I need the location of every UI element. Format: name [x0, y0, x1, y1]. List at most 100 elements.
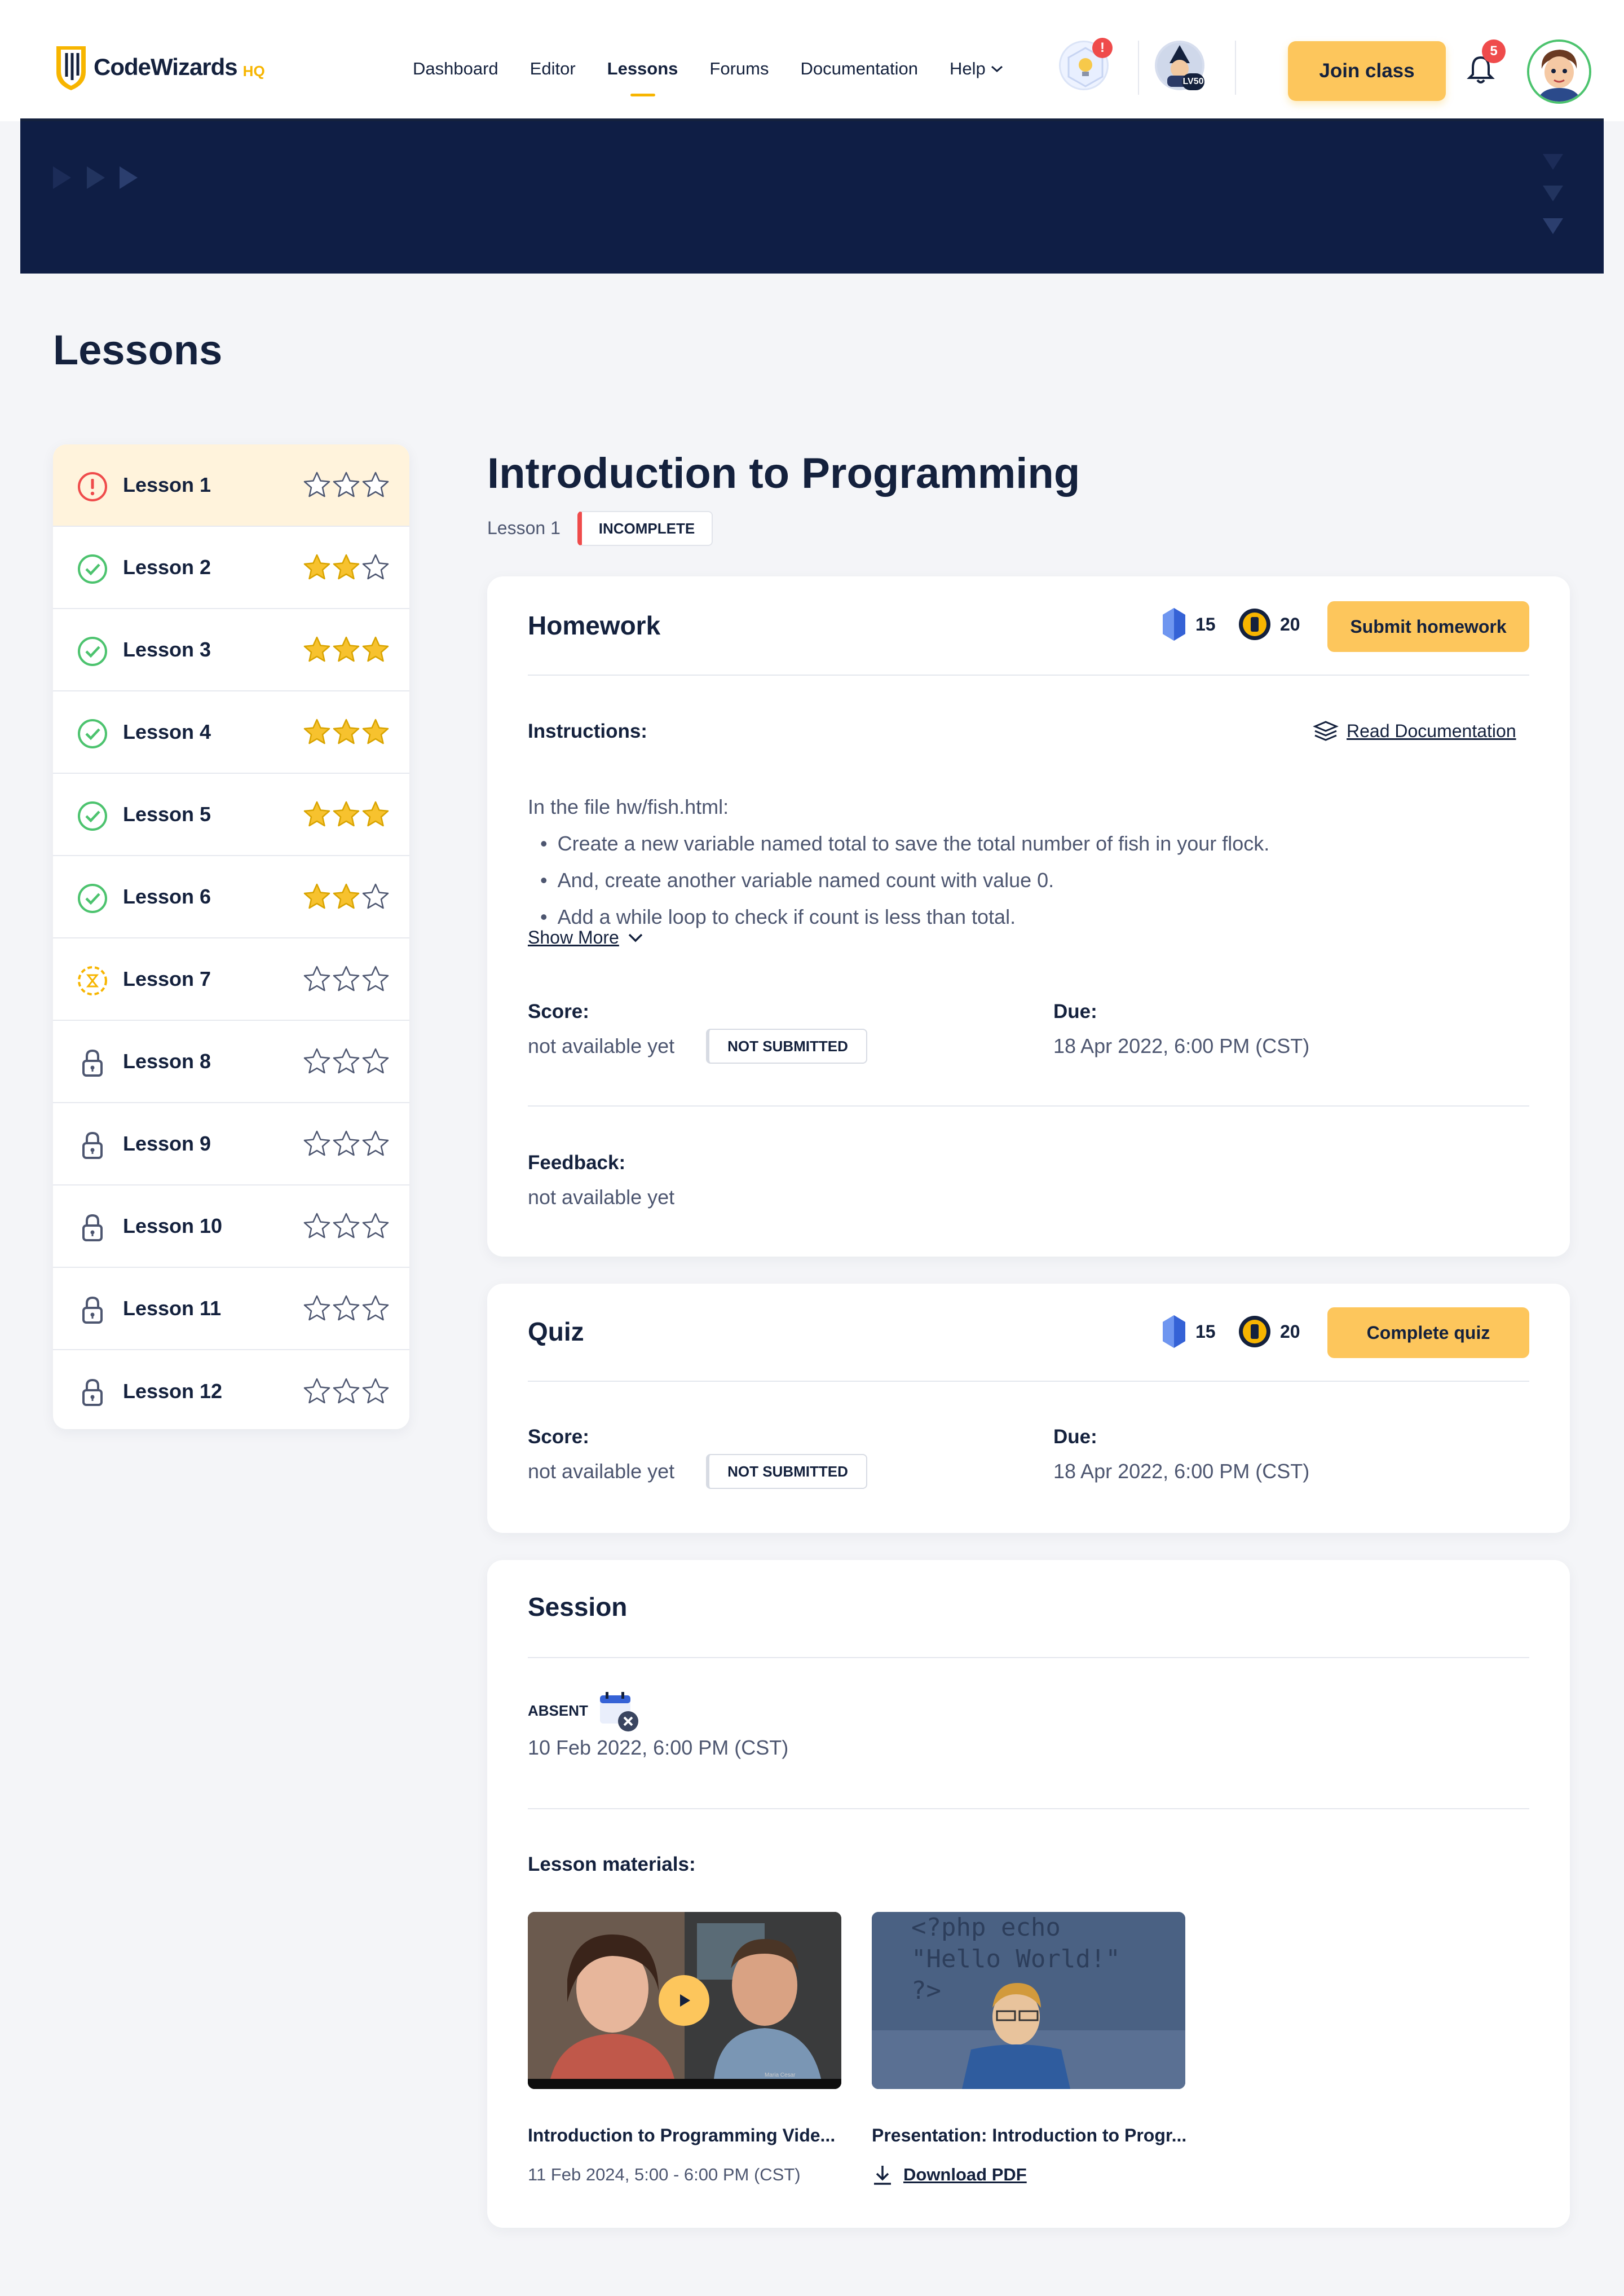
read-documentation-link[interactable]: Read Documentation [1313, 720, 1516, 742]
presentation-thumbnail[interactable]: <?php echo "Hello World!" ?> [872, 1912, 1185, 2089]
lock-icon [82, 1296, 103, 1324]
lesson-item-6[interactable]: Lesson 6 [53, 856, 409, 938]
star-filled-icon [333, 883, 360, 909]
lesson-list: Lesson 1 Lesson 2 Lesson 3 Lesson 4 Lesson 5… [53, 444, 409, 1429]
star-empty-icon [333, 1048, 360, 1074]
quiz-due-value: 18 Apr 2022, 6:00 PM (CST) [1053, 1460, 1310, 1483]
quiz-coins: 20 [1237, 1314, 1300, 1349]
attendance-status: ABSENT [528, 1702, 588, 1719]
star-filled-icon [333, 554, 360, 580]
video-title[interactable]: Introduction to Programming Vide... [528, 2125, 835, 2146]
star-filled-icon [303, 554, 330, 580]
homework-gems: 15 [1160, 607, 1216, 642]
user-avatar[interactable] [1527, 39, 1591, 104]
play-icon [680, 1994, 690, 2007]
complete-quiz-button[interactable]: Complete quiz [1327, 1307, 1529, 1358]
lesson-title: Introduction to Programming [487, 449, 1080, 497]
star-empty-icon [333, 471, 360, 497]
star-empty-icon [362, 1130, 389, 1156]
page: CodeWizards HQ Dashboard Editor Lessons … [0, 0, 1624, 2296]
lesson-item-10[interactable]: Lesson 10 [53, 1186, 409, 1268]
star-empty-icon [333, 1295, 360, 1321]
shield-logo-icon [56, 46, 86, 90]
star-filled-icon [362, 801, 389, 827]
show-more-button[interactable]: Show More [528, 927, 644, 948]
notifications-button[interactable]: 5 [1464, 39, 1506, 86]
instruction-item: Add a while loop to check if count is le… [540, 898, 1269, 935]
submit-homework-button[interactable]: Submit homework [1327, 601, 1529, 652]
video-date: 11 Feb 2024, 5:00 - 6:00 PM (CST) [528, 2165, 801, 2184]
lesson-star-rating [302, 470, 390, 500]
instructions-intro: In the file hw/fish.html: [528, 795, 729, 818]
video-caption: Maria Cesar [765, 2072, 796, 2078]
lesson-item-5[interactable]: Lesson 5 [53, 774, 409, 856]
lesson-item-4[interactable]: Lesson 4 [53, 691, 409, 774]
lesson-materials-label: Lesson materials: [528, 1853, 696, 1875]
quiz-due-label: Due: [1053, 1426, 1097, 1448]
star-empty-icon [303, 471, 330, 497]
nav-editor[interactable]: Editor [530, 59, 576, 79]
nav-forums[interactable]: Forums [709, 59, 769, 79]
lesson-item-3[interactable]: Lesson 3 [53, 609, 409, 691]
lesson-item-1[interactable]: Lesson 1 [53, 444, 409, 527]
lesson-star-rating [302, 717, 390, 747]
feedback-value: not available yet [528, 1186, 675, 1209]
documentation-stack-icon [1313, 721, 1339, 741]
homework-coins-value: 20 [1280, 614, 1300, 634]
download-pdf-link[interactable]: Download PDF [872, 2163, 1027, 2186]
star-empty-icon [303, 1378, 330, 1404]
lesson-label: Lesson 1 [123, 473, 211, 496]
level-number: LV50 [1182, 73, 1204, 90]
star-empty-icon [362, 1213, 389, 1239]
hint-button[interactable]: ! [1059, 38, 1113, 90]
page-title: Lessons [53, 327, 223, 373]
star-empty-icon [362, 1048, 389, 1074]
check-circle-icon [78, 801, 107, 831]
lesson-item-2[interactable]: Lesson 2 [53, 527, 409, 609]
lesson-item-11[interactable]: Lesson 11 [53, 1268, 409, 1350]
session-title: Session [528, 1592, 628, 1621]
quiz-submission-badge: NOT SUBMITTED [706, 1454, 867, 1489]
lesson-item-7[interactable]: Lesson 7 [53, 938, 409, 1021]
star-filled-icon [303, 801, 330, 827]
nav-documentation[interactable]: Documentation [801, 59, 919, 79]
lesson-star-rating [302, 553, 390, 582]
quiz-gems: 15 [1160, 1314, 1216, 1349]
lock-icon [82, 1049, 103, 1077]
lesson-label: Lesson 6 [123, 885, 211, 908]
app-header: CodeWizards HQ Dashboard Editor Lessons … [20, 0, 1604, 121]
video-thumbnail[interactable]: Maria Cesar [528, 1912, 841, 2089]
nav-help[interactable]: Help [950, 59, 1004, 79]
presentation-title[interactable]: Presentation: Introduction to Progr... [872, 2125, 1186, 2146]
quiz-gems-value: 15 [1195, 1321, 1216, 1342]
lesson-star-rating [302, 1129, 390, 1158]
star-empty-icon [333, 966, 360, 991]
lock-icon [82, 1131, 103, 1159]
star-filled-icon [303, 883, 330, 909]
lesson-item-9[interactable]: Lesson 9 [53, 1103, 409, 1186]
join-class-button[interactable]: Join class [1288, 41, 1446, 101]
lesson-label: Lesson 10 [123, 1214, 223, 1237]
session-date: 10 Feb 2022, 6:00 PM (CST) [528, 1736, 789, 1759]
star-filled-icon [303, 636, 330, 662]
lesson-item-8[interactable]: Lesson 8 [53, 1021, 409, 1103]
nav-lessons[interactable]: Lessons [607, 59, 678, 79]
star-empty-icon [303, 1213, 330, 1239]
homework-score-value: not available yet [528, 1034, 675, 1057]
star-empty-icon [362, 966, 389, 991]
lesson-label: Lesson 8 [123, 1050, 211, 1073]
nav-dashboard[interactable]: Dashboard [413, 59, 498, 79]
level-badge-button[interactable]: LV50 [1155, 41, 1204, 90]
star-empty-icon [303, 1295, 330, 1321]
lesson-star-rating [302, 1377, 390, 1406]
lesson-item-12[interactable]: Lesson 12 [53, 1350, 409, 1429]
quiz-coins-value: 20 [1280, 1321, 1300, 1342]
download-pdf-label: Download PDF [903, 2165, 1027, 2184]
lesson-star-rating [302, 1294, 390, 1323]
star-empty-icon [303, 1130, 330, 1156]
homework-score-label: Score: [528, 1001, 589, 1023]
homework-due-label: Due: [1053, 1001, 1097, 1023]
session-card: Session ABSENT 10 Feb 2022, 6:00 PM (CST… [487, 1560, 1570, 2228]
brand-logo[interactable]: CodeWizards HQ [53, 42, 265, 92]
play-button[interactable] [659, 1975, 709, 2026]
